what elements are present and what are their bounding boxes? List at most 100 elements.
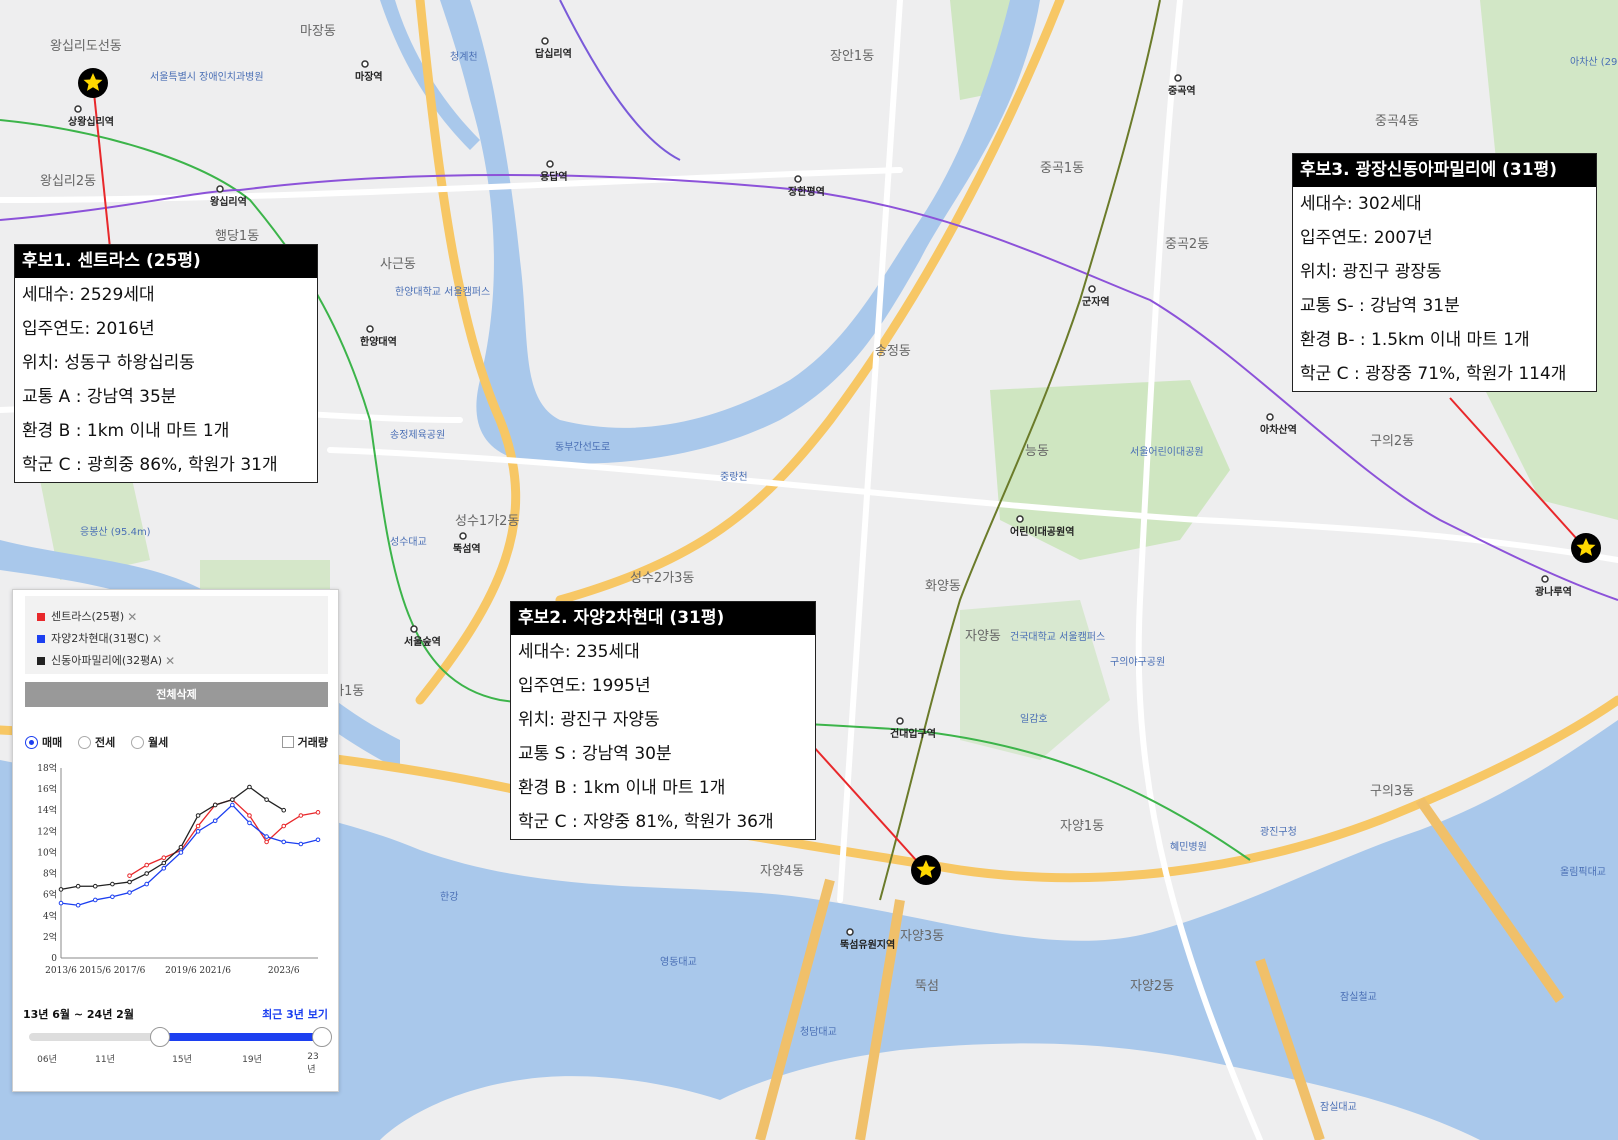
legend-label-2: 자양2차현대(31평C) bbox=[51, 632, 149, 645]
station-marker-icon[interactable] bbox=[541, 37, 549, 45]
place-label-20: 청계천 bbox=[450, 51, 478, 63]
place-label-12: 일감호 bbox=[1020, 713, 1048, 725]
candidate-2-households: 세대수: 235세대 bbox=[518, 642, 640, 662]
volume-checkbox[interactable]: 거래량 bbox=[281, 734, 328, 750]
candidate-2-school: 학군 C : 자양중 81%, 학원가 36개 bbox=[518, 812, 774, 832]
legend-label-1: 센트라스(25평) bbox=[51, 610, 125, 623]
series-2-point bbox=[110, 894, 115, 900]
series-2-point bbox=[92, 897, 98, 903]
district-label-15: 구의3동 bbox=[1370, 784, 1414, 799]
series-2-point bbox=[230, 802, 235, 808]
candidate-1-year: 입주연도: 2016년 bbox=[22, 319, 155, 339]
place-label-10: 응봉산 (95.4m) bbox=[80, 526, 151, 538]
station-label-10: 광나루역 bbox=[1535, 585, 1572, 598]
station-marker-icon[interactable] bbox=[74, 105, 82, 113]
series-2-point bbox=[178, 850, 184, 855]
district-label-7: 성수2가3동 bbox=[630, 571, 694, 586]
slider-handle-end[interactable] bbox=[312, 1027, 332, 1047]
radio-jeonse[interactable]: 전세 bbox=[78, 734, 115, 750]
y-tick-label: 4억 bbox=[43, 910, 57, 922]
y-tick-label: 0 bbox=[51, 954, 57, 964]
slider-tick-19: 19년 bbox=[242, 1055, 262, 1065]
district-label-6: 성수1가2동 bbox=[455, 514, 519, 529]
station-label-11: 어린이대공원역 bbox=[1010, 525, 1074, 538]
slider-tick-15: 15년 bbox=[172, 1055, 192, 1065]
star-marker-candidate-2[interactable] bbox=[911, 855, 941, 885]
series-3-point bbox=[264, 797, 269, 802]
x-tick-label: 2023/6 bbox=[268, 966, 300, 976]
radio-sale-label: 매매 bbox=[42, 736, 63, 749]
series-1-point bbox=[144, 862, 149, 868]
volume-checkbox-box[interactable] bbox=[281, 736, 294, 748]
series-line-1 bbox=[129, 798, 319, 877]
station-marker-icon[interactable] bbox=[1174, 74, 1182, 82]
place-label-14: 영동대교 bbox=[660, 956, 697, 968]
clear-all-button[interactable]: 전체삭제 bbox=[25, 682, 328, 707]
series-2-point bbox=[144, 881, 149, 887]
station-marker-icon[interactable] bbox=[1016, 515, 1024, 523]
y-tick-label: 16억 bbox=[37, 783, 57, 795]
station-marker-icon[interactable] bbox=[794, 175, 802, 183]
series-3-point bbox=[92, 883, 98, 889]
district-label-1: 왕십리도선동 bbox=[50, 39, 122, 54]
station-marker-icon[interactable] bbox=[546, 160, 554, 168]
station-label-12: 건대입구역 bbox=[890, 727, 936, 740]
series-2-point bbox=[75, 902, 81, 908]
candidate-card-2: 후보2. 자양2차현대 (31평) 세대수: 235세대 입주연도: 1995년… bbox=[510, 601, 816, 840]
series-3-point bbox=[230, 797, 235, 802]
radio-monthly[interactable]: 월세 bbox=[131, 734, 168, 750]
remove-3-close-icon[interactable]: ✕ bbox=[165, 651, 175, 671]
volume-checkbox-label: 거래량 bbox=[297, 736, 328, 749]
x-tick-label: 2021/6 bbox=[199, 966, 231, 976]
star-marker-candidate-3[interactable] bbox=[1571, 533, 1601, 563]
recent-3-years-link[interactable]: 최근 3년 보기 bbox=[262, 1006, 328, 1022]
district-label-13: 자양3동 bbox=[900, 929, 944, 944]
place-label-16: 잠실대교 bbox=[1320, 1101, 1357, 1113]
district-label-17: 중곡1동 bbox=[1040, 161, 1084, 176]
x-tick-label: 2013/6 bbox=[45, 966, 77, 976]
radio-jeonse-dot[interactable] bbox=[78, 735, 91, 749]
station-marker-icon[interactable] bbox=[1088, 285, 1096, 293]
radio-sale-dot[interactable] bbox=[25, 735, 38, 749]
series-2-point bbox=[281, 839, 287, 845]
station-marker-icon[interactable] bbox=[896, 717, 904, 725]
slider-handle-start[interactable] bbox=[150, 1027, 170, 1047]
station-marker-icon[interactable] bbox=[216, 185, 224, 193]
series-2-point bbox=[264, 834, 269, 839]
station-marker-icon[interactable] bbox=[459, 532, 467, 540]
radio-sale[interactable]: 매매 bbox=[25, 734, 62, 750]
candidate-1-school: 학군 C : 광희중 86%, 학원가 31개 bbox=[22, 455, 278, 475]
station-marker-icon[interactable] bbox=[361, 60, 369, 68]
remove-2-close-icon[interactable]: ✕ bbox=[152, 629, 162, 649]
district-label-5: 사근동 bbox=[380, 257, 416, 272]
candidate-1-title: 후보1. 센트라스 (25평) bbox=[15, 245, 317, 278]
place-label-13: 청담대교 bbox=[800, 1026, 837, 1038]
candidate-1-location: 위치: 성동구 하왕십리동 bbox=[22, 353, 195, 373]
station-marker-icon[interactable] bbox=[1266, 413, 1274, 421]
station-marker-icon[interactable] bbox=[366, 325, 374, 333]
remove-1-close-icon[interactable]: ✕ bbox=[127, 607, 137, 627]
legend-swatch-3 bbox=[37, 657, 45, 665]
district-label-19: 중곡4동 bbox=[1375, 114, 1419, 129]
series-2-point bbox=[195, 829, 201, 834]
radio-monthly-dot[interactable] bbox=[131, 735, 144, 749]
series-1-point bbox=[315, 810, 321, 815]
district-label-21: 능동 bbox=[1025, 444, 1049, 459]
place-label-6: 구의야구공원 bbox=[1110, 656, 1165, 668]
district-label-3: 왕십리2동 bbox=[40, 174, 96, 189]
slider-tick-11: 11년 bbox=[95, 1055, 115, 1065]
legend-item-2: 자양2차현대(31평C) ✕ bbox=[37, 628, 316, 650]
station-label-3: 마장역 bbox=[355, 70, 383, 83]
place-label-8: 광진구청 bbox=[1260, 826, 1297, 838]
series-1-point bbox=[161, 855, 167, 861]
legend-item-3: 신동아파밀리에(32평A) ✕ bbox=[37, 650, 316, 672]
station-marker-icon[interactable] bbox=[846, 928, 854, 936]
place-label-15: 잠실철교 bbox=[1340, 991, 1377, 1003]
star-marker-candidate-1[interactable] bbox=[78, 68, 108, 98]
station-marker-icon[interactable] bbox=[1541, 575, 1549, 583]
station-marker-icon[interactable] bbox=[410, 625, 418, 633]
period-slider[interactable]: 06년 11년 15년 19년 23년 bbox=[29, 1026, 332, 1075]
y-tick-label: 14억 bbox=[37, 804, 57, 816]
series-2-point bbox=[58, 900, 64, 906]
place-label-5: 서울어린이대공원 bbox=[1130, 446, 1204, 458]
